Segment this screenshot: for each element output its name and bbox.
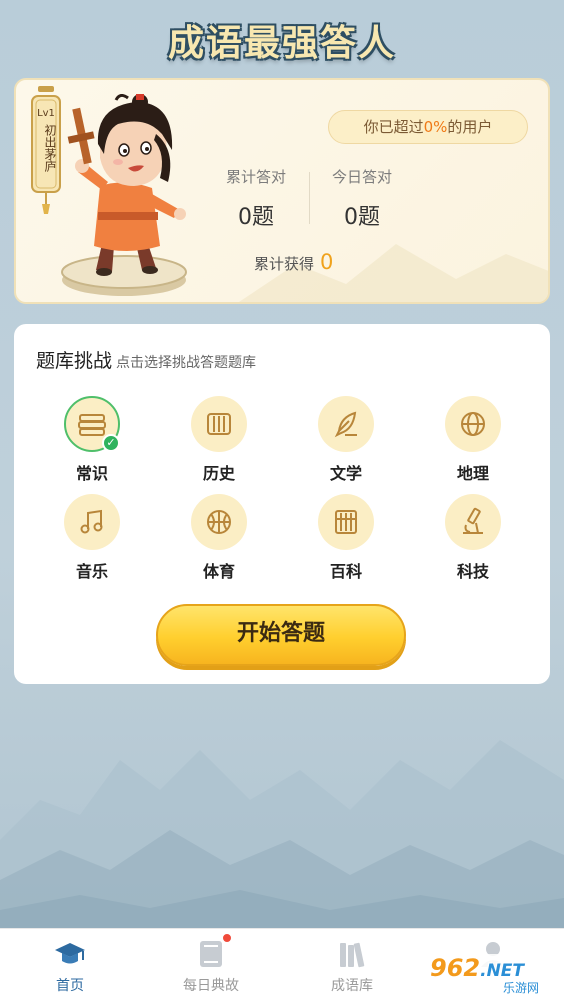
category-sports[interactable]: 体育 bbox=[179, 494, 259, 582]
watermark-number: 962 bbox=[430, 954, 481, 982]
basketball-icon bbox=[191, 494, 247, 550]
category-label: 百科 bbox=[329, 562, 362, 581]
nav-label: 首页 bbox=[56, 978, 84, 994]
stat-today: 今日答对 0题 bbox=[302, 166, 422, 231]
stat-today-value: 0题 bbox=[344, 205, 380, 230]
challenge-hint: 点击选择挑战答题题库 bbox=[116, 355, 257, 371]
category-encyclopedia[interactable]: 百科 bbox=[306, 494, 386, 582]
books-icon: ✓ bbox=[64, 396, 120, 452]
percent-prefix: 你已超过 bbox=[363, 118, 424, 136]
nav-idiom-library[interactable]: 成语库 bbox=[302, 937, 402, 995]
profile-card: Lv1 初出茅庐 你已超过0%的用户 累计答对 0题 今日答对 0题 累计获得 … bbox=[14, 78, 550, 304]
category-label: 音乐 bbox=[75, 562, 108, 581]
category-history[interactable]: 历史 bbox=[179, 396, 259, 484]
stat-today-label: 今日答对 bbox=[331, 168, 392, 186]
stat-total-value: 0题 bbox=[238, 205, 274, 230]
scroll-icon bbox=[191, 396, 247, 452]
percent-suffix: 的用户 bbox=[447, 118, 493, 136]
category-label: 地理 bbox=[456, 464, 489, 483]
quill-icon bbox=[318, 396, 374, 452]
earned-total: 累计获得 0 bbox=[254, 250, 333, 274]
category-literature[interactable]: 文学 bbox=[306, 396, 386, 484]
category-label: 历史 bbox=[202, 464, 235, 483]
percent-value: 0% bbox=[423, 118, 448, 136]
category-common-sense[interactable]: ✓ 常识 bbox=[52, 396, 132, 484]
earned-value: 0 bbox=[320, 250, 334, 274]
abacus-icon bbox=[318, 494, 374, 550]
percent-badge: 你已超过0%的用户 bbox=[328, 110, 528, 144]
category-label: 科技 bbox=[456, 562, 489, 581]
rank-title: 初出茅庐 bbox=[43, 124, 57, 172]
nav-home[interactable]: 首页 bbox=[20, 937, 120, 995]
category-label: 文学 bbox=[329, 464, 362, 483]
challenge-title: 题库挑战 bbox=[36, 350, 113, 372]
start-quiz-button[interactable]: 开始答题 bbox=[156, 604, 406, 666]
nav-label: 成语库 bbox=[331, 978, 373, 994]
globe-icon bbox=[445, 396, 501, 452]
nav-label: 每日典故 bbox=[183, 978, 239, 994]
category-music[interactable]: 音乐 bbox=[52, 494, 132, 582]
category-label: 体育 bbox=[202, 562, 235, 581]
stat-total: 累计答对 0题 bbox=[196, 166, 316, 231]
app-title: 成语最强答人 bbox=[167, 23, 396, 64]
nav-daily-story[interactable]: 每日典故 bbox=[161, 933, 261, 995]
book-icon bbox=[194, 933, 232, 971]
earned-label: 累计获得 bbox=[254, 255, 315, 273]
challenge-header: 题库挑战 点击选择挑战答题题库 bbox=[36, 346, 256, 373]
watermark-sub: 乐游网 bbox=[503, 981, 540, 995]
bookshelf-icon bbox=[335, 937, 369, 971]
category-geography[interactable]: 地理 bbox=[433, 396, 513, 484]
stat-total-label: 累计答对 bbox=[225, 168, 286, 186]
music-note-icon bbox=[64, 494, 120, 550]
character-avatar bbox=[61, 94, 187, 296]
microscope-icon bbox=[445, 494, 501, 550]
challenge-card: 题库挑战 点击选择挑战答题题库 ✓ 常识 历史 文学 地理 音乐 体育 百科 科… bbox=[14, 324, 550, 684]
category-technology[interactable]: 科技 bbox=[433, 494, 513, 582]
watermark-suffix: .NET bbox=[480, 961, 525, 981]
notification-badge bbox=[222, 933, 232, 943]
graduation-cap-icon bbox=[53, 937, 87, 971]
category-label: 常识 bbox=[75, 464, 108, 483]
watermark-brand: 962.NET bbox=[430, 954, 524, 982]
check-icon: ✓ bbox=[102, 434, 120, 452]
